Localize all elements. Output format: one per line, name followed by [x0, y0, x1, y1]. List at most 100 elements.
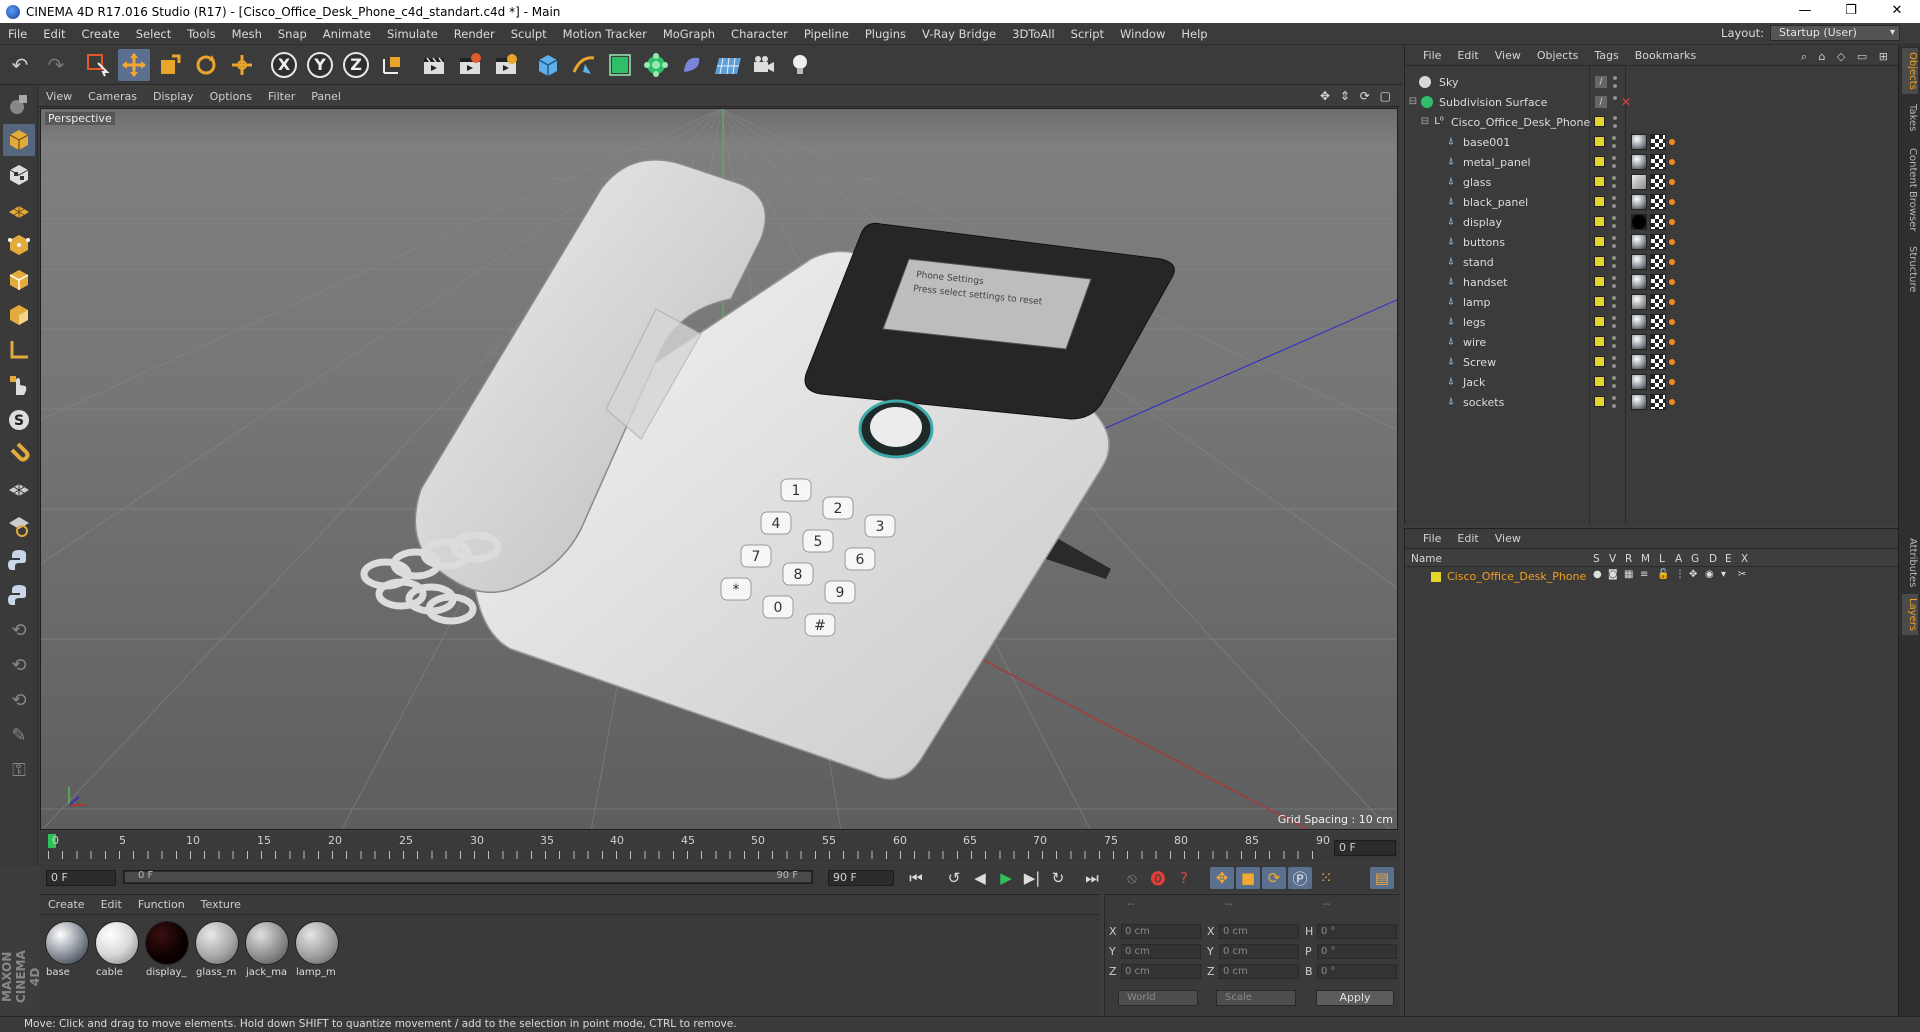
- uvw-tag[interactable]: [1650, 214, 1666, 230]
- uvw-tag[interactable]: [1650, 174, 1666, 190]
- phong-tag-icon[interactable]: [1669, 199, 1675, 205]
- visibility-dot-icon[interactable]: [1612, 316, 1616, 320]
- layer-color-swatch[interactable]: [1594, 116, 1605, 127]
- tab-layers[interactable]: Layers: [1902, 594, 1918, 636]
- size-y-field[interactable]: 0 cm: [1219, 943, 1299, 959]
- object-row[interactable]: ⍋ metal_panel: [1405, 152, 1899, 172]
- phong-tag-icon[interactable]: [1669, 399, 1675, 405]
- material-tag[interactable]: [1631, 234, 1647, 250]
- visibility-dot-icon[interactable]: [1612, 276, 1616, 280]
- material-item[interactable]: base: [44, 921, 90, 978]
- menu-pipeline[interactable]: Pipeline: [796, 27, 857, 41]
- layer-color-swatch[interactable]: [1594, 376, 1605, 387]
- edges-mode-icon[interactable]: [3, 264, 35, 296]
- preview-range-slider[interactable]: 0 F 90 F: [123, 870, 813, 884]
- menu-snap[interactable]: Snap: [270, 27, 315, 41]
- viewport-menu-view[interactable]: View: [38, 90, 80, 103]
- object-row[interactable]: ⍋ handset: [1405, 272, 1899, 292]
- layer-col-render[interactable]: R: [1625, 553, 1632, 565]
- keyframe-selection-icon[interactable]: ?: [1172, 867, 1196, 889]
- material-tag[interactable]: [1631, 174, 1647, 190]
- layer-col-view[interactable]: V: [1609, 553, 1616, 565]
- menu-help[interactable]: Help: [1173, 27, 1215, 41]
- size-z-field[interactable]: 0 cm: [1219, 963, 1299, 979]
- visibility-dot-icon[interactable]: [1613, 84, 1617, 88]
- layer-lock-icon[interactable]: 🔓: [1657, 569, 1669, 580]
- collapse-icon[interactable]: ⊟: [1407, 96, 1419, 108]
- deformer-icon[interactable]: [676, 49, 708, 81]
- layer-col-animation[interactable]: A: [1675, 553, 1682, 565]
- axis-mode-icon[interactable]: [3, 334, 35, 366]
- menu-file[interactable]: File: [0, 27, 35, 41]
- uvw-tag[interactable]: [1650, 294, 1666, 310]
- uvw-tag[interactable]: [1650, 134, 1666, 150]
- material-tag[interactable]: [1631, 334, 1647, 350]
- menu-character[interactable]: Character: [723, 27, 796, 41]
- visibility-dot-icon[interactable]: [1612, 264, 1616, 268]
- coordinate-space-select[interactable]: World: [1118, 990, 1198, 1006]
- layer-expression-icon[interactable]: ▾: [1721, 569, 1726, 580]
- make-editable-icon[interactable]: [3, 89, 35, 121]
- layer-col-name[interactable]: Name: [1411, 553, 1442, 565]
- material-tag[interactable]: [1631, 354, 1647, 370]
- visibility-dot-icon[interactable]: [1612, 156, 1616, 160]
- visibility-dot-icon[interactable]: [1612, 296, 1616, 300]
- light-icon[interactable]: [784, 49, 816, 81]
- material-tag[interactable]: [1631, 394, 1647, 410]
- object-row-subdivision[interactable]: ⊟ Subdivision Surface ∕ ✕: [1405, 92, 1899, 112]
- menu-sculpt[interactable]: Sculpt: [503, 27, 555, 41]
- render-view-icon[interactable]: [418, 49, 450, 81]
- layer-color-swatch[interactable]: [1594, 296, 1605, 307]
- object-row[interactable]: ⍋ lamp: [1405, 292, 1899, 312]
- render-settings-icon[interactable]: [490, 49, 522, 81]
- layer-color-swatch[interactable]: [1594, 236, 1605, 247]
- viewport-menu-filter[interactable]: Filter: [260, 90, 303, 103]
- object-row-phone-group[interactable]: ⊟ L⁰ Cisco_Office_Desk_Phone: [1405, 112, 1899, 132]
- material-menu-function[interactable]: Function: [130, 898, 193, 911]
- cube-primitive-icon[interactable]: [532, 49, 564, 81]
- om-search-icon[interactable]: ⌕ ⌂ ◇ ▭ ⊞: [1801, 50, 1892, 64]
- snap-icon[interactable]: [3, 439, 35, 471]
- layer-color-swatch[interactable]: [1594, 196, 1605, 207]
- phong-tag-icon[interactable]: [1669, 359, 1675, 365]
- om-menu-file[interactable]: File: [1415, 49, 1449, 62]
- rig-tool-icon[interactable]: ⟲: [3, 684, 35, 716]
- cloner-icon[interactable]: [640, 49, 672, 81]
- uvw-tag[interactable]: [1650, 154, 1666, 170]
- lm-menu-view[interactable]: View: [1487, 532, 1529, 545]
- uvw-tag[interactable]: [1650, 334, 1666, 350]
- visibility-dot-icon[interactable]: [1612, 336, 1616, 340]
- python-plugin-icon[interactable]: [3, 579, 35, 611]
- tab-structure[interactable]: Structure: [1902, 242, 1918, 297]
- texture-mode-icon[interactable]: [3, 159, 35, 191]
- floor-icon[interactable]: [712, 49, 744, 81]
- visibility-dot-icon[interactable]: [1612, 396, 1616, 400]
- material-item[interactable]: glass_m: [194, 921, 240, 978]
- autokey-icon[interactable]: ⓿: [1146, 867, 1170, 889]
- size-x-field[interactable]: 0 cm: [1219, 923, 1299, 939]
- frame-ruler[interactable]: 0 5 10 15 20 25 30 35 40 45 50 55 60 65 …: [48, 834, 1330, 860]
- paint-tool-icon[interactable]: ✎: [3, 719, 35, 751]
- model-mode-icon[interactable]: [3, 124, 35, 156]
- uvw-tag[interactable]: [1650, 274, 1666, 290]
- material-item[interactable]: lamp_m: [294, 921, 340, 978]
- visibility-dot-icon[interactable]: [1612, 176, 1616, 180]
- visibility-dot-icon[interactable]: [1612, 224, 1616, 228]
- menu-create[interactable]: Create: [74, 27, 128, 41]
- material-item[interactable]: cable: [94, 921, 140, 978]
- camera-icon[interactable]: [748, 49, 780, 81]
- material-item[interactable]: display_: [144, 921, 190, 978]
- menu-window[interactable]: Window: [1112, 27, 1173, 41]
- python-icon[interactable]: [3, 544, 35, 576]
- visibility-dot-icon[interactable]: [1612, 376, 1616, 380]
- layer-color-swatch[interactable]: [1594, 256, 1605, 267]
- phong-tag-icon[interactable]: [1669, 159, 1675, 165]
- menu-motion-tracker[interactable]: Motion Tracker: [555, 27, 655, 41]
- material-tag[interactable]: [1631, 134, 1647, 150]
- object-row[interactable]: ⍋ black_panel: [1405, 192, 1899, 212]
- maximize-button[interactable]: ❐: [1828, 0, 1874, 23]
- menu-vray-bridge[interactable]: V-Ray Bridge: [914, 27, 1004, 41]
- layer-color-swatch[interactable]: [1594, 316, 1605, 327]
- minimize-button[interactable]: —: [1782, 0, 1828, 23]
- phong-tag-icon[interactable]: [1669, 179, 1675, 185]
